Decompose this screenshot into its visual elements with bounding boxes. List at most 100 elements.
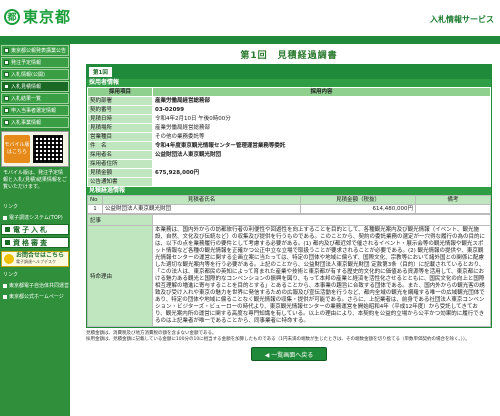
table-row: 1 公益財団法人東京観光財団 614,480,000円 (87, 204, 491, 214)
column-header: 採用内容 (152, 87, 491, 97)
sidebar-item-label: 発注予定情報 (11, 60, 42, 66)
bullet-icon (5, 227, 10, 232)
link-label: 東京都公式ホームページ (9, 294, 64, 300)
row-label: 採用者名 (87, 150, 153, 160)
column-header: No (87, 195, 103, 205)
adopter-table: 採用項目 採用内容 契約部署 産業労働局経営総務部 契約番号 03-02099 見積日… (87, 87, 491, 187)
row-label: 見積日時 (87, 114, 153, 124)
other-links-heading-label: リンク (3, 272, 19, 278)
table-row: 契約部署 産業労働局経営総務部 (87, 96, 491, 106)
e-bidding-label: 電子入札 (13, 225, 49, 234)
sidebar-item-label: 東京都公報発表講業公告 (11, 48, 67, 54)
row-label: 営業種目 (87, 132, 153, 142)
sidebar-item-label: 入札見積情報 (11, 84, 42, 90)
column-header: 見積者氏名 (102, 195, 301, 205)
site-title: 入札情報サービス (430, 15, 494, 24)
sidebar-item-selection[interactable]: 申入当事者選定情報 (1, 105, 69, 116)
column-header: 採用項目 (87, 87, 153, 97)
section-estimate-progress: 見積経過情報 (87, 187, 491, 195)
bullet-icon (4, 48, 9, 53)
row-label: 特命理由 (87, 225, 153, 327)
row-value: 産業労働局経営総務部 (152, 123, 491, 133)
row-label: 契約部署 (87, 96, 153, 106)
sidebar-item-label: 申入当事者選定情報 (11, 108, 57, 114)
bullet-icon (4, 60, 9, 65)
row-label: 公告通知書 (87, 177, 153, 187)
cell-no: 1 (87, 204, 103, 214)
table-row: 見積日時 令和4年2月10日 午後0時00分 (87, 114, 491, 124)
notes-table: 記事 特命理由 本業務は、国内外からの訪都旅行者の利便性や回遊性を向上することを… (87, 214, 491, 327)
qualification-label: 資格審査 (13, 238, 49, 247)
row-value: 675,928,000円 (152, 168, 491, 178)
row-value: 産業労働局経営総務部 (152, 96, 491, 106)
top-bar (0, 36, 500, 44)
row-label: 記事 (87, 214, 153, 226)
sidebar-item-label: 入札結果一覧 (11, 96, 42, 102)
bullet-icon (3, 283, 7, 288)
bullet-icon (4, 120, 9, 125)
helpdesk-sublabel: 電子調達ヘルプデスク (16, 259, 56, 264)
links-heading: リンク (1, 202, 69, 211)
column-header: 備考 (415, 195, 491, 205)
result-panel: 第1回 採用者情報 採用項目 採用内容 契約部署 産業労働局経営総務部 契約番号 03… (86, 64, 492, 328)
row-value (152, 214, 491, 226)
logo-text: 東京都 (23, 8, 72, 26)
sidebar-item-results[interactable]: 入札結果一覧 (1, 93, 69, 104)
row-value: 令和4年度東京観光情報センター管理運営業務等委託 (152, 141, 491, 151)
row-label: 見積金額 (87, 168, 153, 178)
bullet-icon (3, 215, 7, 220)
bullet-icon (4, 108, 9, 113)
link-official-site[interactable]: 東京都公式ホームページ (1, 292, 69, 301)
row-label: 見積場所 (87, 123, 153, 133)
footnotes: 見積金額は、消費税及び地方消費税の額を含まない金額である。 採用金額は、見積金額… (86, 331, 492, 343)
back-to-list-button[interactable]: ◀ 一覧画面へ戻る (251, 347, 327, 361)
sidebar-item-label: 入札情報(公開) (11, 72, 45, 78)
table-row: 見積場所 産業労働局経営総務部 (87, 123, 491, 133)
row-value: 令和4年2月10日 午後0時00分 (152, 114, 491, 124)
tokyo-logo[interactable]: 都 東京都 (4, 6, 71, 27)
site-header: 都 東京都 入札情報サービス (0, 0, 500, 36)
tab-round-1[interactable]: 第1回 (89, 67, 112, 77)
bullet-icon (4, 84, 9, 89)
row-value (152, 159, 491, 169)
bullet-icon (4, 96, 9, 101)
qualification-button[interactable]: 資格審査 (1, 237, 69, 248)
helpdesk-button[interactable]: お問合せはこちら 電子調達ヘルプデスク (1, 251, 69, 267)
bullet-icon (3, 294, 7, 299)
table-row: 採用者名 公益財団法人東京観光財団 (87, 150, 491, 160)
table-row: 採用者住所 (87, 159, 491, 169)
table-row: 件 名令和4年度東京観光情報センター管理運営業務等委託 (87, 141, 491, 151)
sidebar-item-bulletin[interactable]: 東京都公報発表講業公告 (1, 45, 69, 56)
link-e-procurement[interactable]: 電子調達システム(TOP) (1, 213, 69, 222)
helpdesk-icon (4, 254, 14, 264)
column-header: 見積金額（税抜） (300, 195, 416, 205)
sidebar: 東京都公報発表講業公告 発注予定情報 入札情報(公開) 入札見積情報 入札結果一… (0, 44, 70, 416)
row-label: 契約番号 (87, 105, 153, 115)
bullet-icon (4, 72, 9, 77)
mobile-label-1: モバイル版 (4, 142, 30, 148)
sidebar-item-estimate-info[interactable]: 入札見積情報 (1, 81, 69, 92)
row-value: 公益財団法人東京観光財団 (152, 150, 491, 160)
links-heading-label: リンク (3, 204, 19, 210)
footnote: 採用金額は、見積金額に記載している金額に100分の10に相当する金額を加算したも… (86, 337, 470, 342)
table-row: 特命理由 本業務は、国内外からの訪都旅行者の利便性や回遊性を向上することを目的と… (87, 225, 491, 327)
link-label: 電子調達システム(TOP) (9, 215, 63, 221)
estimate-table: No 見積者氏名 見積金額（税抜） 備考 1 公益財団法人東京観光財団 614,… (87, 195, 491, 214)
sidebar-item-label: 入札事業情報 (11, 120, 42, 126)
table-row: 記事 (87, 214, 491, 226)
mobile-box: モバイル版 はこちら (1, 131, 69, 167)
e-bidding-button[interactable]: 電子入札 (1, 224, 69, 235)
qr-code-icon (33, 135, 63, 163)
mobile-version-button[interactable]: モバイル版 はこちら (4, 135, 30, 163)
sidebar-item-order-plan[interactable]: 発注予定情報 (1, 57, 69, 68)
bullet-icon (5, 240, 10, 245)
mobile-note: モバイル版は、発注予定情報と入札(見積)結果情報をご覧いただけます。 (3, 170, 67, 190)
row-value (152, 177, 491, 187)
sidebar-item-bid-info[interactable]: 入札情報(公開) (1, 69, 69, 80)
row-value: 03-02099 (152, 105, 491, 115)
cell-remark (415, 204, 491, 214)
sidebar-item-business[interactable]: 入札事業情報 (1, 117, 69, 128)
mobile-label-2: はこちら (6, 149, 27, 155)
section-adopter-info: 採用者情報 (87, 79, 491, 87)
link-joint-operation[interactable]: 東京都電子自治体共同運営 (1, 281, 69, 290)
